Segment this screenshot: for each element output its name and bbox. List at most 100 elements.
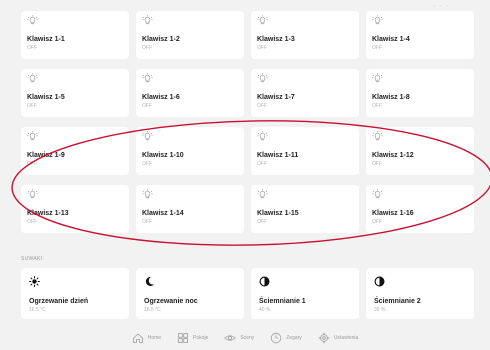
sliders-section-label: SUWAKI — [21, 256, 43, 262]
button-label: Klawisz 1-3 — [257, 36, 295, 43]
button-card-10[interactable]: Klawisz 1-10 OFF — [136, 127, 244, 175]
button-status: OFF — [372, 219, 382, 225]
button-label: Klawisz 1-4 — [372, 36, 410, 43]
light-bulb-icon — [257, 189, 268, 199]
slider-label: Ogrzewanie noc — [144, 298, 198, 305]
light-bulb-icon — [372, 189, 383, 199]
slider-value: 30 % — [374, 307, 386, 313]
slider-value: 16.5 °C — [29, 307, 46, 313]
status-bar-indicators: • • • — [433, 3, 450, 8]
button-card-11[interactable]: Klawisz 1-11 OFF — [251, 127, 359, 175]
slider-card-dimmer-2[interactable]: Ściemnianie 2 30 % — [366, 268, 474, 319]
sliders-row: Ogrzewanie dzień 16.5 °C Ogrzewanie noc … — [21, 268, 474, 319]
home-icon — [132, 333, 143, 343]
gear-icon — [318, 332, 330, 344]
button-grid: Klawisz 1-1 OFF Klawisz 1-2 OFF Klawisz 1-3 O… — [21, 11, 474, 233]
slider-label: Ogrzewanie dzień — [29, 298, 89, 305]
slider-label: Ściemnianie 1 — [259, 298, 306, 305]
button-label: Klawisz 1-2 — [142, 36, 180, 43]
light-bulb-icon — [372, 15, 383, 25]
button-label: Klawisz 1-16 — [372, 210, 414, 217]
button-status: OFF — [257, 161, 267, 167]
light-bulb-icon — [257, 131, 268, 141]
button-card-9[interactable]: Klawisz 1-9 OFF — [21, 127, 129, 175]
button-status: OFF — [372, 161, 382, 167]
light-bulb-icon — [27, 189, 38, 199]
button-label: Klawisz 1-8 — [372, 94, 410, 101]
clock-icon — [271, 332, 282, 344]
button-card-5[interactable]: Klawisz 1-5 OFF — [21, 69, 129, 117]
nav-label: Pokoje — [193, 335, 209, 341]
slider-value: 16.5 °C — [144, 307, 161, 313]
button-card-14[interactable]: Klawisz 1-14 OFF — [136, 185, 244, 233]
button-label: Klawisz 1-13 — [27, 210, 69, 217]
nav-settings[interactable]: Ustawienia — [318, 332, 358, 344]
button-card-12[interactable]: Klawisz 1-12 OFF — [366, 127, 474, 175]
slider-card-dimmer-1[interactable]: Ściemnianie 1 40 % — [251, 268, 359, 319]
button-card-13[interactable]: Klawisz 1-13 OFF — [21, 185, 129, 233]
slider-card-heating-day[interactable]: Ogrzewanie dzień 16.5 °C — [21, 268, 129, 319]
button-status: OFF — [142, 219, 152, 225]
light-bulb-icon — [142, 15, 153, 25]
button-status: OFF — [142, 103, 152, 109]
slider-value: 40 % — [259, 307, 271, 313]
light-bulb-icon — [27, 73, 38, 83]
light-bulb-icon — [27, 131, 38, 141]
button-status: OFF — [257, 103, 267, 109]
button-label: Klawisz 1-10 — [142, 152, 184, 159]
button-status: OFF — [142, 161, 152, 167]
button-card-3[interactable]: Klawisz 1-3 OFF — [251, 11, 359, 59]
button-status: OFF — [142, 45, 152, 51]
bottom-navigation: Home Pokoje Sceny Zegary Ustawienia — [0, 326, 490, 350]
button-card-4[interactable]: Klawisz 1-4 OFF — [366, 11, 474, 59]
button-status: OFF — [27, 103, 37, 109]
light-bulb-icon — [27, 15, 38, 25]
half-circle-icon — [374, 276, 385, 287]
button-card-6[interactable]: Klawisz 1-6 OFF — [136, 69, 244, 117]
slider-card-heating-night[interactable]: Ogrzewanie noc 16.5 °C — [136, 268, 244, 319]
nav-label: Ustawienia — [333, 335, 359, 341]
nav-label: Zegary — [286, 335, 302, 341]
nav-scenes[interactable]: Sceny — [224, 332, 254, 344]
half-circle-icon — [259, 276, 270, 287]
button-status: OFF — [27, 161, 37, 167]
light-bulb-icon — [142, 131, 153, 141]
button-label: Klawisz 1-15 — [257, 210, 299, 217]
slider-label: Ściemnianie 2 — [374, 298, 421, 305]
nav-label: Home — [147, 335, 162, 341]
light-bulb-icon — [372, 73, 383, 83]
button-status: OFF — [257, 219, 267, 225]
button-label: Klawisz 1-14 — [142, 210, 184, 217]
nav-clocks[interactable]: Zegary — [270, 332, 302, 344]
grid-icon — [178, 333, 188, 343]
button-card-16[interactable]: Klawisz 1-16 OFF — [366, 185, 474, 233]
button-label: Klawisz 1-12 — [372, 152, 414, 159]
button-label: Klawisz 1-5 — [27, 94, 65, 101]
light-bulb-icon — [142, 73, 153, 83]
moon-icon — [145, 276, 155, 287]
button-status: OFF — [257, 45, 267, 51]
button-card-15[interactable]: Klawisz 1-15 OFF — [251, 185, 359, 233]
button-card-2[interactable]: Klawisz 1-2 OFF — [136, 11, 244, 59]
button-card-1[interactable]: Klawisz 1-1 OFF — [21, 11, 129, 59]
light-bulb-icon — [372, 131, 383, 141]
eye-icon — [224, 335, 237, 341]
button-card-7[interactable]: Klawisz 1-7 OFF — [251, 69, 359, 117]
nav-home[interactable]: Home — [132, 332, 161, 344]
button-label: Klawisz 1-9 — [27, 152, 65, 159]
light-bulb-icon — [257, 15, 268, 25]
nav-label: Sceny — [240, 335, 255, 341]
button-status: OFF — [27, 219, 37, 225]
button-label: Klawisz 1-1 — [27, 36, 65, 43]
button-status: OFF — [27, 45, 37, 51]
button-label: Klawisz 1-6 — [142, 94, 180, 101]
sun-icon — [29, 276, 40, 287]
button-label: Klawisz 1-7 — [257, 94, 295, 101]
light-bulb-icon — [142, 189, 153, 199]
button-status: OFF — [372, 45, 382, 51]
light-bulb-icon — [257, 73, 268, 83]
nav-rooms[interactable]: Pokoje — [177, 332, 208, 344]
button-label: Klawisz 1-11 — [257, 152, 299, 159]
button-card-8[interactable]: Klawisz 1-8 OFF — [366, 69, 474, 117]
button-status: OFF — [372, 103, 382, 109]
